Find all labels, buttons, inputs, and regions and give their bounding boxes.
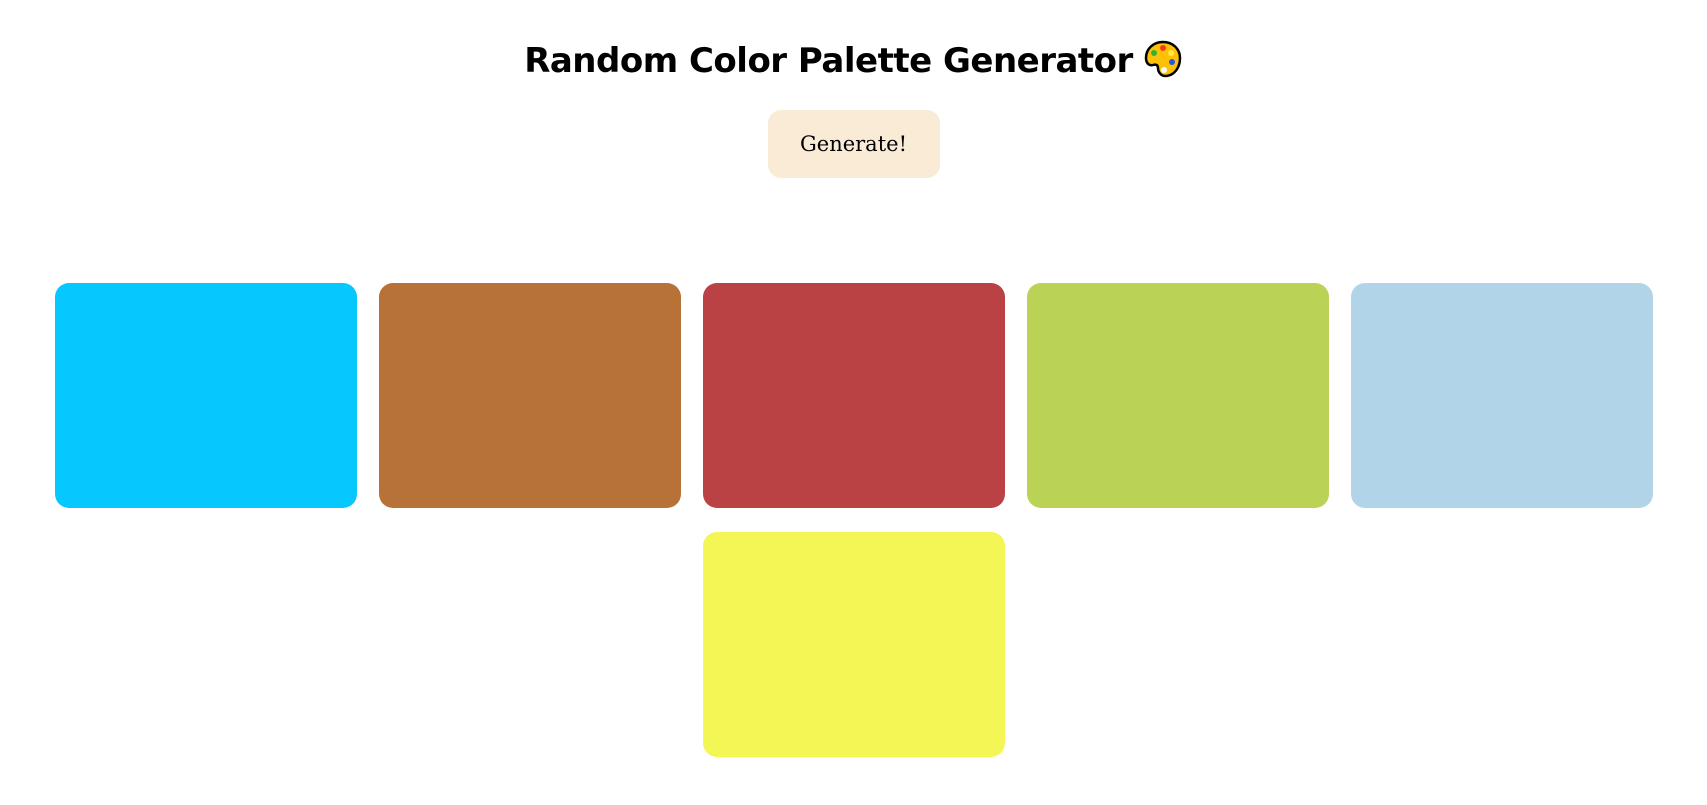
color-swatch-6[interactable] <box>702 532 1005 757</box>
generate-button[interactable]: Generate! <box>767 110 940 178</box>
page-title: Random Color Palette Generator <box>0 0 1707 84</box>
page-title-text: Random Color Palette Generator <box>524 41 1133 81</box>
artist-palette-icon <box>1144 40 1182 77</box>
color-swatch-4[interactable] <box>1026 283 1329 508</box>
color-swatch-1[interactable] <box>54 283 357 508</box>
color-swatch-3[interactable] <box>702 283 1005 508</box>
color-swatch-2[interactable] <box>378 283 681 508</box>
color-swatch-5[interactable] <box>1350 283 1653 508</box>
palette-grid <box>54 283 1653 757</box>
